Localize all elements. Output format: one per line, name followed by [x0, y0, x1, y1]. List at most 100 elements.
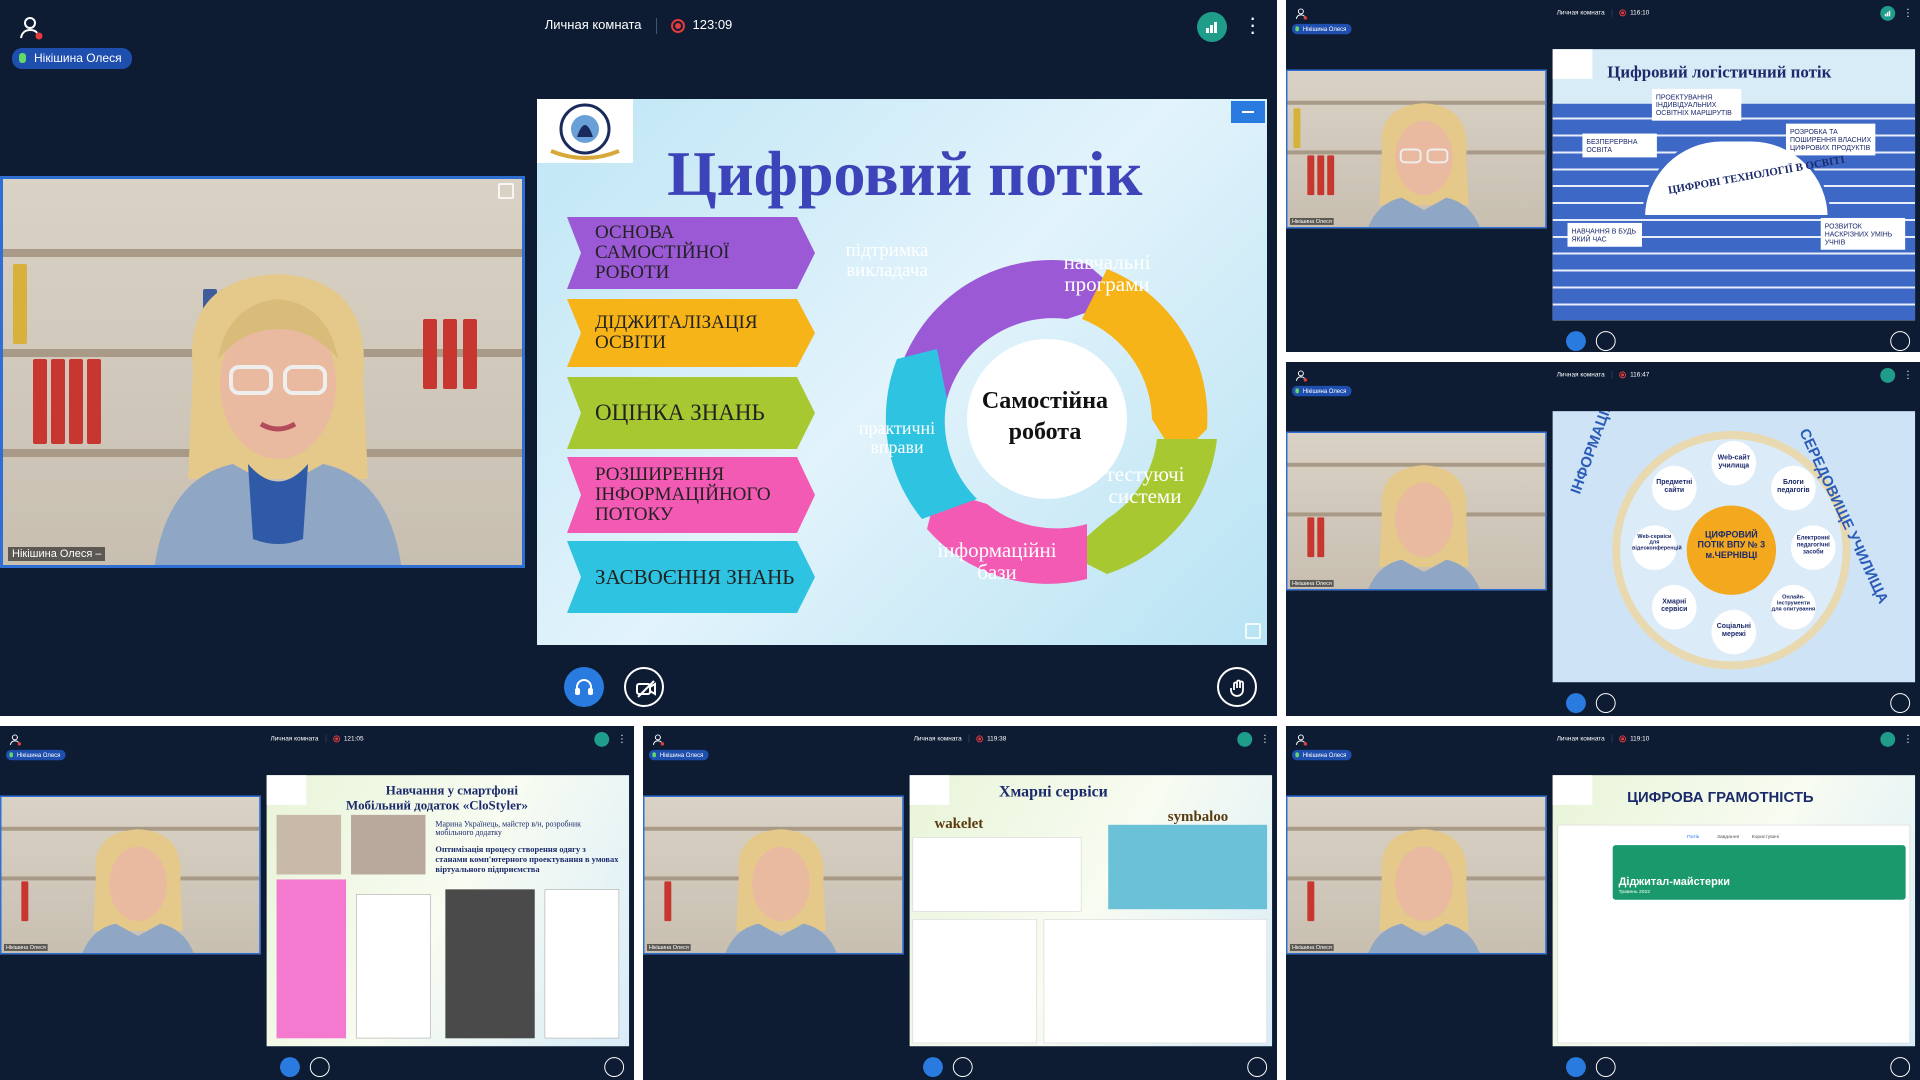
photo-1	[276, 814, 342, 875]
signal-strength-icon[interactable]	[1197, 12, 1227, 42]
tab-people: Користувачі	[1751, 834, 1780, 840]
raise-hand-button[interactable]	[1890, 693, 1911, 714]
record-icon	[1619, 735, 1627, 743]
speaker-name-tag: Нікішина Олеся	[12, 48, 132, 69]
slide-expand-icon[interactable]	[1245, 623, 1261, 639]
shared-slide: ЦИФРОВИЙ ПОТІК ВПУ № 3 м.ЧЕРНІВЦІ ІНФОРМ…	[1552, 411, 1916, 683]
camera-toggle-button[interactable]	[309, 1057, 330, 1078]
headphones-button[interactable]	[1566, 693, 1586, 714]
circle-item-5: Соціальні мережі	[1711, 609, 1757, 655]
record-icon	[976, 735, 984, 743]
headphones-button[interactable]	[564, 667, 604, 707]
headphones-button[interactable]	[280, 1057, 300, 1078]
app-screenshot-3	[445, 889, 535, 1039]
room-title: Личная комната	[544, 17, 642, 32]
room-header: Личная комната 119:10	[1286, 734, 1920, 743]
camera-toggle-button[interactable]	[624, 667, 664, 707]
top-bar: Личная комната 121:05 · · ·	[0, 726, 634, 754]
speaker-video	[82, 829, 194, 953]
raise-hand-button[interactable]	[1217, 667, 1257, 707]
record-icon	[1619, 9, 1627, 17]
slide-title: Цифровий потік	[667, 138, 1143, 209]
raise-hand-button[interactable]	[1247, 1057, 1268, 1078]
room-header: Личная комната 121:05	[0, 734, 634, 743]
expand-icon[interactable]	[498, 183, 514, 199]
speaker-camera: Нікішина Олеся	[0, 795, 261, 955]
room-title: Личная комната	[913, 734, 962, 742]
more-menu-icon[interactable]: · · ·	[620, 729, 624, 747]
college-logo	[1552, 775, 1593, 805]
camera-toggle-button[interactable]	[1595, 331, 1616, 352]
headphones-button[interactable]	[923, 1057, 943, 1078]
record-icon	[670, 18, 685, 33]
room-5: Личная комната 119:38 · · · Нікішина Олеся …	[643, 726, 1277, 1080]
speaker-camera: Нікішина Олеся	[1286, 431, 1547, 591]
camera-toggle-button[interactable]	[1595, 1057, 1616, 1078]
room-title: Личная комната	[1556, 8, 1605, 16]
wheel-segment-2: навчальні програми	[1063, 250, 1151, 297]
minimize-slide-button[interactable]	[1231, 101, 1265, 123]
room-title: Личная комната	[1556, 370, 1605, 378]
screenshot-tile-3: Личная комната 116:47 · · · Нікішина Олеся …	[1286, 362, 1920, 716]
camera-toggle-button[interactable]	[952, 1057, 973, 1078]
slide-title-1: Навчання у смартфоні	[385, 783, 518, 798]
banner-date: Травень 2022	[1618, 888, 1651, 895]
app-screenshot-4	[544, 889, 620, 1039]
slide-item-1: ПРОЕКТУВАННЯ ІНДИВІДУАЛЬНИХ ОСВІТНІХ МАР…	[1651, 88, 1742, 121]
slide-title-2: Мобільний додаток «CloStyler»	[346, 797, 528, 813]
room-4: Личная комната 121:05 · · · Нікішина Олеся …	[0, 726, 634, 1080]
cloud-screenshot-3	[912, 919, 1037, 1044]
more-menu-icon[interactable]: · · ·	[1906, 365, 1910, 383]
circle-item-7: Web-сервіси для відеоконференцій	[1632, 525, 1682, 571]
chevron-1: ОСНОВА САМОСТІЙНОЇ РОБОТИ	[595, 222, 730, 283]
wakelet-label: wakelet	[934, 814, 984, 832]
slide-item-3: РОЗРОБКА ТА ПОШИРЕННЯ ВЛАСНИХ ЦИФРОВИХ П…	[1785, 123, 1876, 156]
hand-icon	[1230, 679, 1244, 697]
speaker-camera: Нікішина Олеся	[1286, 795, 1547, 955]
classroom-banner: Діджитал-майстерки Травень 2022	[1612, 845, 1906, 900]
top-bar: Личная комната 119:10 · · ·	[1286, 726, 1920, 754]
raise-hand-button[interactable]	[1890, 331, 1911, 352]
room-main: Личная комната 123:09 · · · Нікішина Олеся	[0, 0, 1277, 716]
camera-toggle-button[interactable]	[1595, 693, 1616, 714]
room-header: Личная комната 123:09	[0, 17, 1277, 34]
more-menu-icon[interactable]: · · ·	[1906, 729, 1910, 747]
symbaloo-screenshot	[1108, 824, 1268, 910]
top-bar: Личная комната 116:47 · · ·	[1286, 362, 1920, 390]
record-icon	[332, 735, 340, 743]
more-menu-icon[interactable]: · · ·	[1263, 729, 1267, 747]
more-menu-icon[interactable]: · · ·	[1249, 7, 1256, 43]
record-icon	[1619, 371, 1627, 379]
more-menu-icon[interactable]: · · ·	[1906, 3, 1910, 21]
slide-item-5: РОЗВИТОК НАСКРІЗНИХ УМІНЬ УЧНІВ	[1820, 217, 1906, 250]
signal-strength-icon[interactable]	[1880, 5, 1896, 21]
shared-slide: Цифровий потік ОСНОВА САМОСТІЙНОЇ РОБОТИ…	[537, 99, 1267, 645]
camera-name-label: Нікішина Олеся –	[8, 547, 106, 561]
camera-name-label: Нікішина Олеся	[646, 943, 691, 951]
classroom-screenshot: Потік Завдання Користувачі Діджитал-майс…	[1557, 824, 1911, 1044]
wheel-segment-4: інформаційні бази	[937, 538, 1057, 585]
signal-strength-icon[interactable]	[1880, 367, 1896, 383]
speaker-video	[725, 829, 837, 953]
raise-hand-button[interactable]	[1890, 1057, 1911, 1078]
wakelet-screenshot	[912, 837, 1082, 912]
circle-item-8: Предметні сайти	[1651, 465, 1697, 511]
college-logo	[537, 99, 633, 163]
camera-off-icon	[636, 680, 656, 698]
shared-slide: Цифровий логістичний потік ЦИФРОВІ ТЕХНО…	[1552, 49, 1916, 321]
chevron-5: ЗАСВОЄННЯ ЗНАНЬ	[595, 564, 795, 589]
signal-strength-icon[interactable]	[1880, 731, 1896, 747]
top-bar: Личная комната 116:10 · · ·	[1286, 0, 1920, 28]
headphones-button[interactable]	[1566, 1057, 1586, 1078]
headphones-button[interactable]	[1566, 331, 1586, 352]
top-bar: Личная комната 123:09 · · ·	[0, 0, 1277, 56]
screenshot-tile-5: Личная комната 119:38 · · · Нікішина Олеся …	[643, 726, 1277, 1080]
signal-strength-icon[interactable]	[1237, 731, 1253, 747]
signal-strength-icon[interactable]	[594, 731, 610, 747]
slide-item-2: БЕЗПЕРЕРВНА ОСВІТА	[1582, 133, 1657, 158]
raise-hand-button[interactable]	[604, 1057, 625, 1078]
speaker-video	[154, 274, 402, 565]
room-header: Личная комната 116:10	[1286, 8, 1920, 17]
room-3: Личная комната 116:47 · · · Нікішина Олеся …	[1286, 362, 1920, 716]
slide-title: Цифровий логістичний потік	[1607, 63, 1832, 82]
